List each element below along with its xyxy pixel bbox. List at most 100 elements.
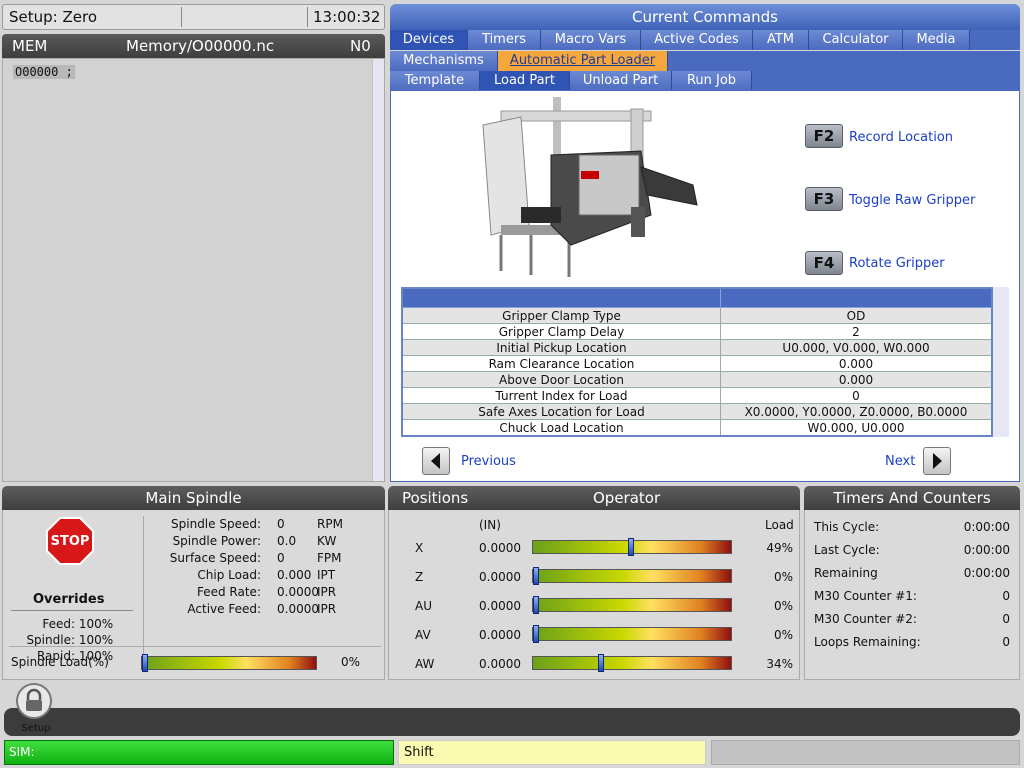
positions-header: Positions Operator [388,486,800,510]
next-button[interactable] [923,447,951,475]
program-editor[interactable]: O00000 ; [2,58,385,482]
axis-row-aw: AW 0.0000 34% [389,654,799,674]
axis-load-bar [532,625,732,643]
tabs-row-2: Mechanisms Automatic Part Loader [390,51,1020,71]
part-loader-machine-image [482,97,698,277]
positions-title: Positions [402,489,469,507]
setup-lock-button[interactable] [14,683,56,725]
sim-status: SIM: [4,740,394,765]
axis-name: X [415,541,424,555]
operator-title: Operator [593,489,661,507]
current-commands-title: Current Commands [390,4,1020,30]
spindle-load-label: Spindle Load(%) [11,655,109,669]
axis-name: AV [415,628,431,642]
feed-rate-row: Feed Rate: 0.0000IPR [196,585,337,599]
load-marker [142,654,148,672]
setup-label: Setup [21,723,51,734]
axis-position: 0.0000 [479,541,521,555]
table-scrollbar[interactable] [993,287,1009,437]
axis-load-value: 0% [773,599,793,613]
axis-row-av: AV 0.0000 0% [389,625,799,645]
status-line [4,708,1020,736]
program-header: MEM Memory/O00000.nc N0 [2,34,385,58]
axis-load-bar [532,538,732,556]
tab-load-part[interactable]: Load Part [480,71,570,91]
axis-position: 0.0000 [479,628,521,642]
axis-row-au: AU 0.0000 0% [389,596,799,616]
rotate-gripper-label[interactable]: Rotate Gripper [849,256,945,271]
toggle-raw-gripper-label[interactable]: Toggle Raw Gripper [849,193,975,208]
apl-load-part-page: F2 Record Location F3 Toggle Raw Gripper… [390,90,1020,482]
axis-row-x: X 0.0000 49% [389,538,799,558]
active-feed-row: Active Feed: 0.0000IPR [187,602,337,616]
axis-load-value: 34% [766,657,793,671]
tab-macro-vars[interactable]: Macro Vars [541,30,641,50]
positions-panel: Positions Operator (IN) Load X 0.0000 49% Z… [388,486,800,680]
spindle-readings: Spindle Speed: 0 RPM Spindle Power: 0.0 KW S… [149,516,343,618]
m30-counter-2-row[interactable]: M30 Counter #2: 0 [814,608,1010,631]
main-spindle-title: Main Spindle [2,486,385,510]
program-scrollbar[interactable] [372,59,384,481]
axis-name: AU [415,599,432,613]
axis-load-bar [532,567,732,585]
stop-label: STOP [50,534,90,549]
load-marker [533,567,539,585]
axis-load-bar [532,654,732,672]
load-header: Load [765,518,794,532]
load-marker [533,625,539,643]
m30-counter-1-row[interactable]: M30 Counter #1: 0 [814,585,1010,608]
loops-remaining-row[interactable]: Loops Remaining: 0 [814,631,1010,654]
spindle-load-bar [141,654,317,672]
arrow-left-icon [431,453,440,469]
record-location-label[interactable]: Record Location [849,130,953,145]
load-marker [628,538,634,556]
tab-template[interactable]: Template [390,71,480,91]
next-label[interactable]: Next [885,454,915,469]
override-feed: Feed: 100% [42,617,114,631]
program-line: N0 [350,37,371,55]
previous-button[interactable] [422,447,450,475]
surface-speed-row: Surface Speed: 0 FPM [169,551,342,565]
tabs-row-3: Template Load Part Unload Part Run Job [390,71,1020,91]
spindle-speed-row: Spindle Speed: 0 RPM [171,517,343,531]
axis-load-value: 0% [773,570,793,584]
main-spindle-panel: Main Spindle STOP Overrides Feed: 100% S… [2,486,385,680]
program-path: Memory/O00000.nc [126,37,275,55]
units-label: (IN) [479,518,501,532]
program-mode: MEM [12,37,48,55]
message-area [711,740,1020,765]
axis-position: 0.0000 [479,599,521,613]
axis-position: 0.0000 [479,657,521,671]
tabs-row-1: Devices Timers Macro Vars Active Codes A… [390,30,1020,50]
load-marker [598,654,604,672]
tab-run-job[interactable]: Run Job [672,71,752,91]
tab-timers[interactable]: Timers [468,30,541,50]
axis-load-value: 49% [766,541,793,555]
arrow-right-icon [933,453,942,469]
spindle-power-row: Spindle Power: 0.0 KW [172,534,337,548]
remaining-row: Remaining 0:00:00 [814,566,1010,580]
tab-media[interactable]: Media [903,30,970,50]
axis-name: Z [415,570,424,584]
mode-bar: Setup: Zero 13:00:32 [2,4,385,30]
program-code-line[interactable]: O00000 ; [13,65,75,79]
timer-list: This Cycle: 0:00:00 Last Cycle: 0:00:00 Re… [814,516,1010,654]
tab-atm[interactable]: ATM [753,30,809,50]
tab-active-codes[interactable]: Active Codes [641,30,753,50]
timers-panel: Timers And Counters This Cycle: 0:00:00 L… [804,486,1020,680]
tab-calculator[interactable]: Calculator [809,30,903,50]
load-marker [533,596,539,614]
spindle-load-value: 0% [341,655,361,669]
this-cycle-row: This Cycle: 0:00:00 [814,520,1010,534]
tab-devices[interactable]: Devices [390,30,468,50]
timers-title: Timers And Counters [804,486,1020,510]
f3-key[interactable]: F3 [805,187,843,211]
f2-key[interactable]: F2 [805,124,843,148]
lock-icon [16,683,52,719]
axis-load-value: 0% [773,628,793,642]
tab-automatic-part-loader[interactable]: Automatic Part Loader [498,51,668,71]
tab-mechanisms[interactable]: Mechanisms [390,51,498,71]
tab-unload-part[interactable]: Unload Part [570,71,672,91]
previous-label[interactable]: Previous [461,454,516,469]
f4-key[interactable]: F4 [805,251,843,275]
